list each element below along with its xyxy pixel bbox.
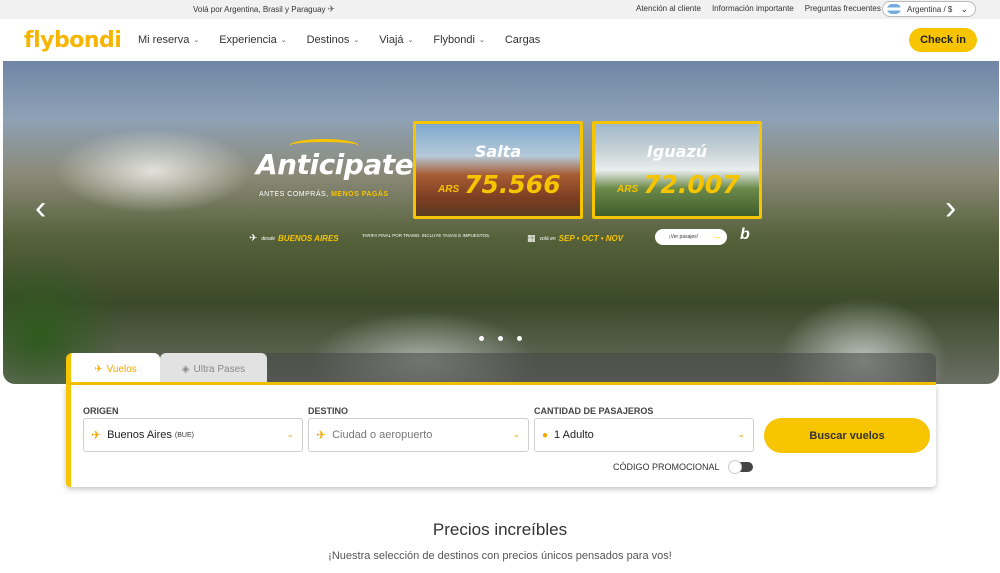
nav-item-label: Viajá [379,34,404,46]
deal-amount: 75.566 [464,170,561,199]
tab-ultra-pases[interactable]: ◈ Ultra Pases [160,353,267,385]
main-nav: flybondi Mi reserva ⌄ Experiencia ⌄ Destin… [0,19,1000,61]
nav-item-experiencia[interactable]: Experiencia ⌄ [219,34,286,46]
destination-placeholder: Ciudad o aeropuerto [332,429,433,441]
chevron-down-icon: ⌄ [286,429,294,439]
deal-card-salta[interactable]: Salta ARS 75.566 [413,121,583,219]
passengers-value: 1 Adulto [554,429,594,441]
person-icon: ● [542,429,549,441]
top-utility-bar: Volá por Argentina, Brasil y Paraguay ✈ A… [0,0,1000,19]
chevron-down-icon: ⌄ [407,37,414,44]
section-subtitle: ¡Nuestra selección de destinos con preci… [328,550,672,562]
deal-price: ARS 75.566 [438,170,561,199]
nav-item-label: Destinos [306,34,350,46]
deal-price: ARS 72.007 [617,170,740,199]
arrow-right-icon: → [713,232,721,241]
passengers-field[interactable]: ● 1 Adulto ⌄ [534,418,754,452]
chevron-down-icon: ⌄ [353,37,360,44]
top-promo-text: Volá por Argentina, Brasil y Paraguay ✈ [193,4,335,15]
nav-item-label: Experiencia [219,34,277,46]
deal-card-iguazu[interactable]: Iguazú ARS 72.007 [592,121,762,219]
nav-menu: Mi reserva ⌄ Experiencia ⌄ Destinos ⌄ Viajá… [138,34,560,46]
promo-code-label: CÓDIGO PROMOCIONAL [613,462,720,472]
flybondi-logo[interactable]: flybondi [24,28,122,53]
origin-field[interactable]: ✈ Buenos Aires (BUE) ⌄ [83,418,303,452]
carousel-dots [479,336,522,341]
nav-item-label: Flybondi [433,34,475,46]
hero-from-small: desde [261,235,276,242]
carousel-next-arrow-icon[interactable]: › [945,189,956,228]
hero-headline: Anticipate [256,148,414,181]
important-info-link[interactable]: Información importante [712,4,794,13]
plane-icon: ✈ [249,233,258,244]
hero-subline-b: MENOS PAGÁS [331,191,389,198]
top-links: Atención al cliente Información importan… [636,4,881,13]
chevron-down-icon: ⌄ [512,429,520,439]
view-tickets-button[interactable]: ¡Ver pasajes! → [655,229,727,245]
nav-item-cargas[interactable]: Cargas [505,34,540,46]
hero-valid-months: SEP • OCT • NOV [558,234,624,243]
hero-valid-strip: ▦ volá en SEP • OCT • NOV [527,233,623,244]
hero-from-city: BUENOS AIRES [278,234,339,243]
promo-code-toggle[interactable] [728,460,753,474]
ticket-icon: ◈ [181,363,190,375]
country-selector[interactable]: Argentina / $ ⌄ [882,1,976,17]
check-in-button[interactable]: Check in [909,28,977,52]
nav-item-label: Mi reserva [138,34,190,46]
customer-service-link[interactable]: Atención al cliente [636,4,701,13]
tab-label: Ultra Pases [193,363,246,375]
destination-field[interactable]: ✈ Ciudad o aeropuerto ⌄ [308,418,529,452]
nav-item-mi-reserva[interactable]: Mi reserva ⌄ [138,34,199,46]
nav-item-destinos[interactable]: Destinos ⌄ [307,34,360,46]
toggle-knob [728,460,742,474]
chevron-down-icon: ⌄ [737,429,745,439]
hero-from-strip: ✈ desde BUENOS AIRES [249,233,339,244]
chevron-down-icon: ⌄ [193,37,200,44]
deal-currency: ARS [617,184,639,195]
calendar-icon: ▦ [527,233,536,243]
carousel-dot[interactable] [498,336,503,341]
deal-amount: 72.007 [643,170,740,199]
argentina-flag-icon [887,4,901,14]
origin-label: ORIGEN [83,406,119,416]
booking-form: ORIGEN ✈ Buenos Aires (BUE) ⌄ DESTINO ✈ … [66,385,936,487]
hero-subline-a: ANTES COMPRÁS, [259,191,329,198]
nav-item-viaja[interactable]: Viajá ⌄ [379,34,413,46]
tab-label: Vuelos [106,363,137,375]
search-flights-button[interactable]: Buscar vuelos [764,418,930,453]
deal-currency: ARS [438,184,460,195]
tabs-background [267,353,936,385]
deal-city: Iguazú [646,142,708,161]
chevron-down-icon: ⌄ [478,37,485,44]
destination-label: DESTINO [308,406,349,416]
nav-item-flybondi[interactable]: Flybondi ⌄ [433,34,484,46]
landing-icon: ✈ [316,428,327,442]
view-tickets-label: ¡Ver pasajes! [669,234,699,240]
takeoff-icon: ✈ [91,428,102,442]
brand-b-icon: b [740,226,750,243]
faq-link[interactable]: Preguntas frecuentes [805,4,881,13]
plane-icon: ✈ [94,363,103,375]
hero-subline: ANTES COMPRÁS, MENOS PAGÁS [259,191,389,198]
carousel-dot[interactable] [479,336,484,341]
origin-code: (BUE) [174,431,194,439]
passengers-label: CANTIDAD DE PASAJEROS [534,406,654,416]
origin-value: Buenos Aires [107,429,172,441]
deal-city: Salta [474,142,522,161]
top-promo-label: Volá por Argentina, Brasil y Paraguay [193,5,326,14]
carousel-dot[interactable] [517,336,522,341]
plane-icon: ✈ [327,4,336,14]
hero-carousel: ‹ › Anticipate ANTES COMPRÁS, MENOS PAGÁ… [3,61,999,384]
hero-disclaimer: TARIFA FINAL POR TRAMO. INCLUYE TASAS E … [362,233,491,238]
chevron-down-icon: ⌄ [960,4,968,14]
booking-tabs: ✈ Vuelos ◈ Ultra Pases [66,353,936,385]
carousel-prev-arrow-icon[interactable]: ‹ [35,189,46,228]
tab-vuelos[interactable]: ✈ Vuelos [66,353,160,385]
chevron-down-icon: ⌄ [280,37,287,44]
section-title: Precios increíbles [432,520,568,539]
country-label: Argentina / $ [907,4,953,14]
hero-valid-small: volá en [539,235,556,242]
nav-item-label: Cargas [504,34,541,46]
